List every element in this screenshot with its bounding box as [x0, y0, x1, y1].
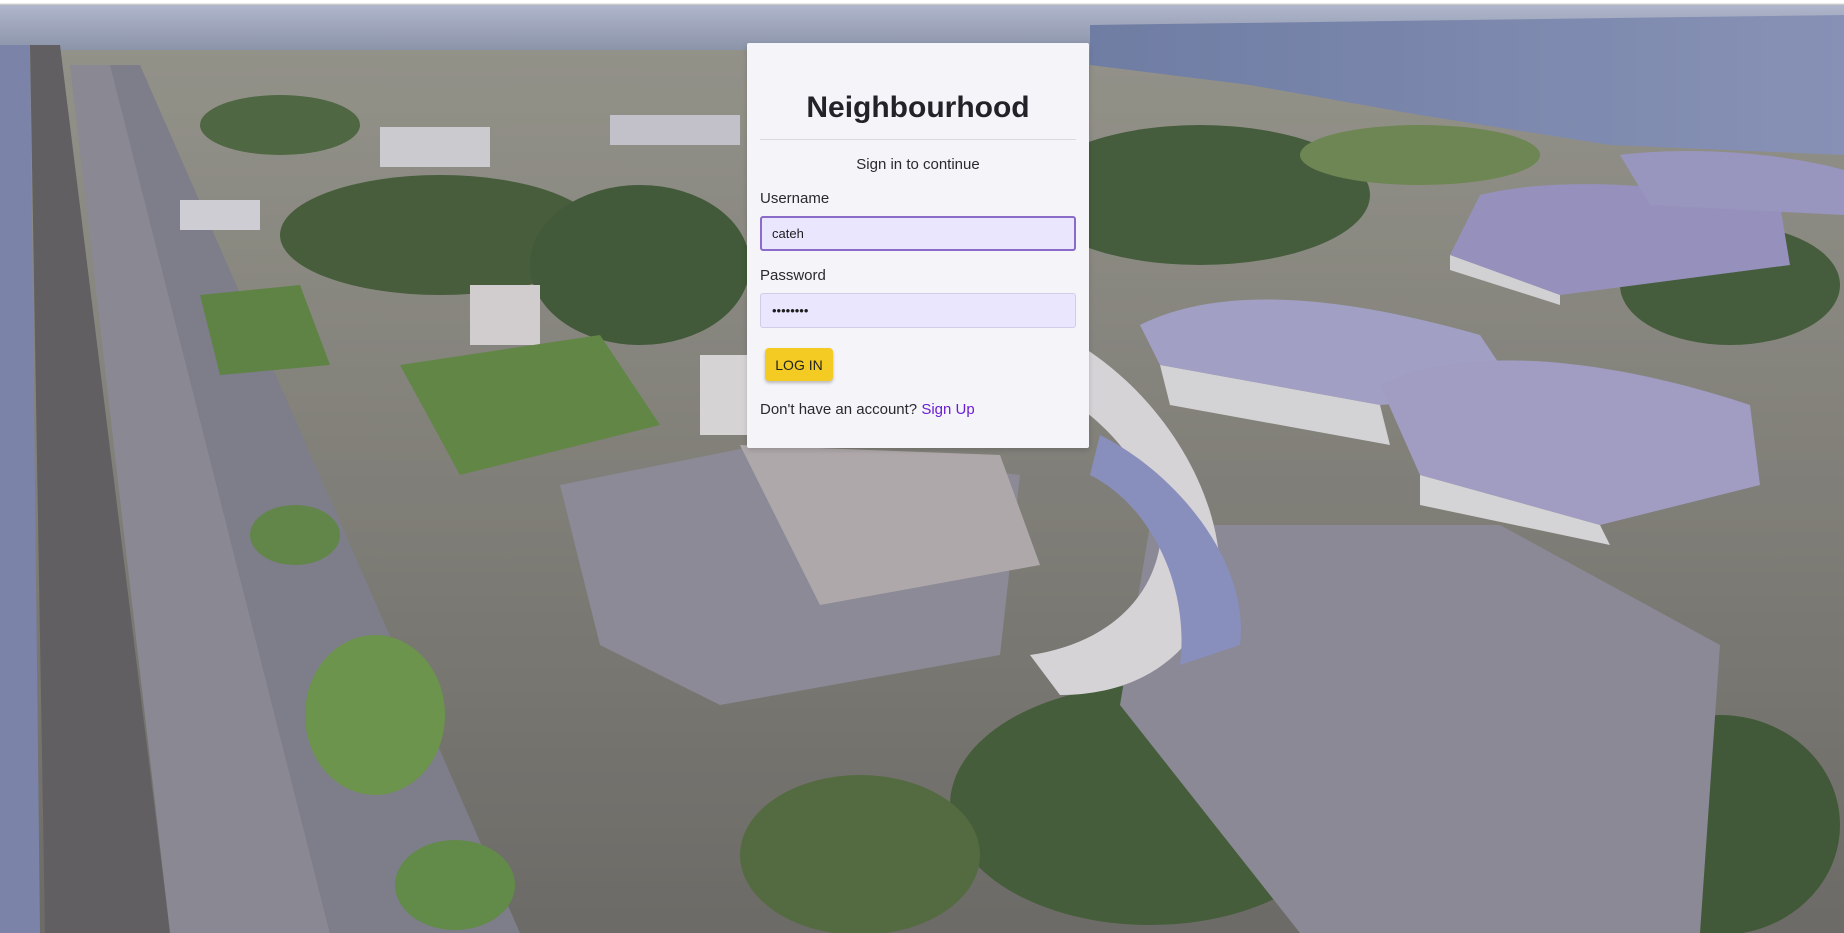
signup-link[interactable]: Sign Up — [921, 401, 974, 418]
login-card: Neighbourhood Sign in to continue Userna… — [747, 43, 1089, 448]
signup-prompt: Don't have an account? — [760, 401, 918, 418]
username-label: Username — [760, 190, 830, 207]
title-divider — [760, 139, 1076, 140]
signup-row: Don't have an account? Sign Up — [760, 401, 1076, 419]
password-label: Password — [760, 267, 826, 284]
password-input[interactable] — [760, 293, 1076, 328]
username-input[interactable] — [760, 216, 1076, 251]
app-title: Neighbourhood — [806, 91, 1030, 124]
login-button[interactable]: LOG IN — [765, 348, 833, 381]
signin-subtitle: Sign in to continue — [856, 156, 980, 173]
